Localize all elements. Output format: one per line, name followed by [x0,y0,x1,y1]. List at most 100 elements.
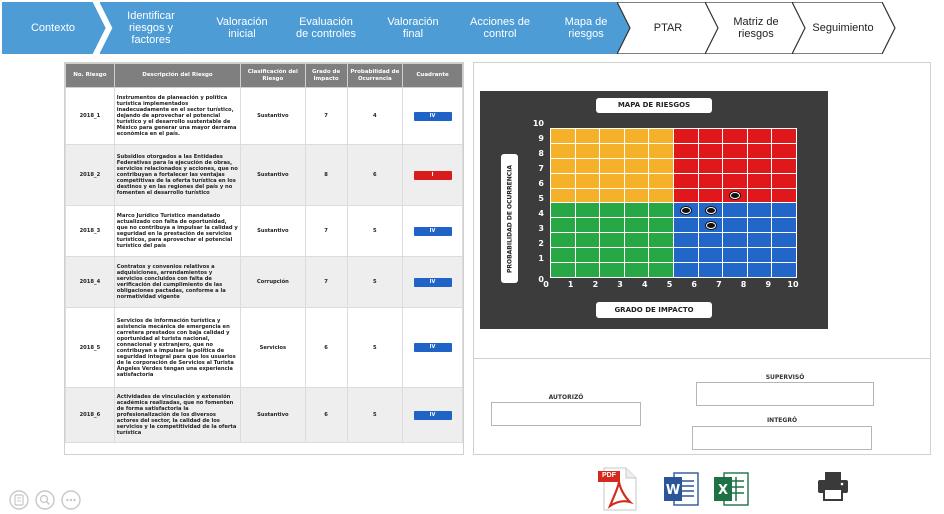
integro-field[interactable] [692,426,872,450]
map-cell [575,233,600,248]
nav-step-label: PTAR [653,22,683,34]
map-y-tick: 6 [538,179,544,188]
nav-step-1[interactable]: Contexto [2,2,106,54]
map-cell [747,158,772,173]
map-cell [624,158,649,173]
map-cell [624,188,649,203]
map-cell [772,263,796,277]
quadrant-badge: IV [413,277,452,287]
risk-point[interactable] [705,222,716,229]
risk-id: 2018_4 [65,256,115,308]
map-cell [674,173,698,188]
map-cell [575,129,600,143]
nav-step-label: Seguimiento [812,22,874,34]
risk-impact: 7 [304,87,348,145]
map-cell [747,248,772,263]
map-cell [575,143,600,158]
risk-probability: 5 [346,205,404,257]
map-cell [698,188,723,203]
map-cell [551,248,575,263]
nav-step-label: Identificar riesgos y factores [127,10,175,46]
superviso-field[interactable] [696,382,874,406]
autorizo-field[interactable] [491,402,641,426]
map-cell [600,263,624,277]
risk-id: 2018_3 [65,205,115,257]
map-cell [575,218,600,233]
quadrant-badge: IV [413,410,452,420]
map-cell [723,218,747,233]
map-cell [723,203,747,218]
risk-classification: Corrupción [240,256,306,308]
map-cell [723,248,747,263]
table-row: 2018_4 Contratos y convenios relativos a … [65,256,463,308]
risk-impact: 6 [304,307,348,388]
risk-probability: 5 [346,387,404,443]
map-cell [600,173,624,188]
map-y-tick: 2 [538,239,544,248]
map-cell [674,158,698,173]
map-cell [772,203,796,218]
quadrant-badge: I [413,170,452,180]
map-cell [600,188,624,203]
table-row: 2018_6 Actividades de vinculación y exten… [65,387,463,443]
header-no-riesgo: No. Riesgo [65,63,115,88]
map-cell [551,158,575,173]
risk-classification: Sustantivo [240,387,306,443]
risk-description: Servicios de información turística y asi… [113,307,242,388]
nav-step-2[interactable]: Identificar riesgos y factores [100,2,204,54]
map-cell [698,158,723,173]
map-cell [600,143,624,158]
map-cell [624,143,649,158]
map-cell [624,248,649,263]
risk-id: 2018_1 [65,87,115,145]
map-x-tick: 10 [787,280,799,289]
risk-point[interactable] [680,207,691,214]
map-cell [698,143,723,158]
word-export-icon[interactable]: W [662,469,700,514]
map-x-tick: 5 [666,280,673,289]
header-probabilidad: Probabilidad de Ocurrencia [346,63,404,88]
map-cell [772,173,796,188]
risk-point[interactable] [705,207,716,214]
risk-probability: 4 [346,87,404,145]
map-cell [747,263,772,277]
excel-export-icon[interactable]: X [712,469,750,514]
nav-step-10[interactable]: Seguimiento [792,2,896,54]
quadrant-badge: IV [413,226,452,236]
risk-description: Instrumentos de planeación y política tu… [113,87,242,145]
map-cell [674,248,698,263]
map-cell [747,203,772,218]
map-cell [747,173,772,188]
map-cell [723,129,747,143]
map-cell [649,143,673,158]
table-row: 2018_1 Instrumentos de planeación y polít… [65,87,463,145]
map-ylabel-box: PROBABILIDAD DE OCURRENCIA [501,154,518,283]
map-x-tick: 8 [740,280,747,289]
zoom-icon[interactable] [34,489,56,514]
map-cell [772,129,796,143]
print-icon[interactable] [815,470,851,507]
map-x-tick: 4 [642,280,648,289]
risk-impact: 6 [304,387,348,443]
integro-label: INTEGRÓ [766,417,798,424]
risk-id: 2018_5 [65,307,115,388]
map-cell [551,188,575,203]
map-cell [698,263,723,277]
map-cell [747,129,772,143]
risk-table-body: 2018_1 Instrumentos de planeación y polít… [65,87,463,443]
more-options-icon[interactable] [60,489,82,514]
map-cell [600,203,624,218]
map-x-tick: 7 [716,280,722,289]
map-cell [772,158,796,173]
map-cell [575,158,600,173]
pdf-export-icon[interactable]: PDF [596,466,642,514]
map-title: MAPA DE RIESGOS [596,98,712,113]
reader-icon[interactable] [8,489,30,514]
map-cell [600,233,624,248]
pdf-label: PDF [602,472,616,479]
map-cell [551,263,575,277]
map-cell [649,173,673,188]
risk-description: Contratos y convenios relativos a adquis… [113,256,242,308]
risk-quadrant-cell: IV [402,307,463,388]
divider [474,358,930,359]
